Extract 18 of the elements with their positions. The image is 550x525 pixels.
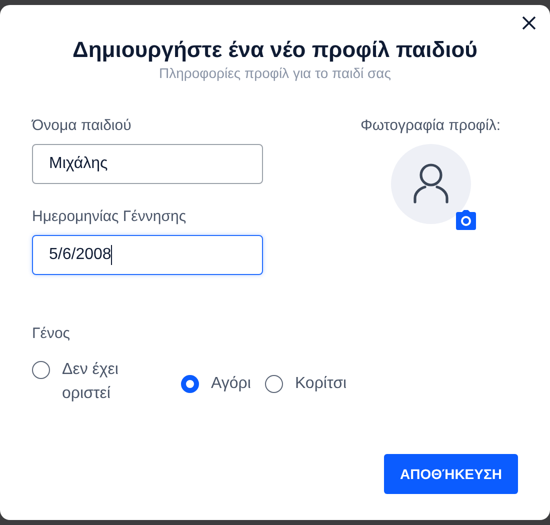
- radio-label[interactable]: Δεν έχει οριστεί: [62, 358, 152, 406]
- gender-label: Γένος: [32, 325, 72, 343]
- dialog-subtitle: Πληροφορίες προφίλ για το παιδί σας: [158, 65, 392, 81]
- close-icon[interactable]: [522, 16, 536, 30]
- save-button[interactable]: ΑΠΟΘΉΚΕΥΣΗ: [384, 454, 518, 494]
- radio-label[interactable]: Κορίτσι: [294, 374, 346, 392]
- input-field[interactable]: 5/6/2008: [32, 235, 263, 275]
- input-field[interactable]: Μιχάλης: [32, 144, 263, 184]
- field-label: Όνομα παιδιού: [32, 117, 132, 135]
- field-label: Ημερομηνίας Γέννησης: [32, 208, 188, 226]
- avatar-icon[interactable]: [390, 144, 470, 224]
- radio-button[interactable]: [32, 361, 50, 379]
- radio-button[interactable]: [181, 374, 199, 392]
- camera-icon[interactable]: [454, 210, 476, 230]
- radio-label[interactable]: Αγόρι: [211, 374, 251, 392]
- dialog-title: Δημιουργήστε ένα νέο προφίλ παιδιού: [72, 36, 478, 64]
- radio-button[interactable]: [264, 374, 283, 392]
- photo-label: Φωτογραφία προφίλ:: [360, 117, 501, 135]
